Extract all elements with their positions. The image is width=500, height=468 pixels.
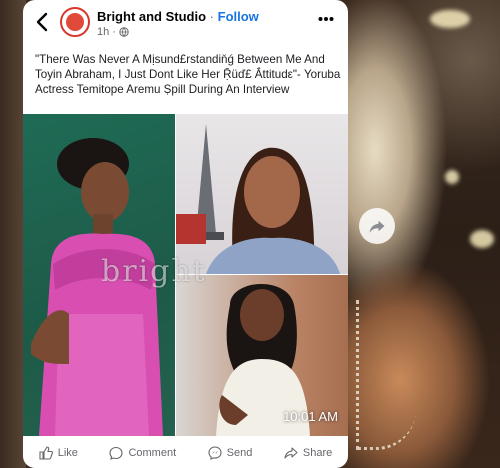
like-label: Like [57, 447, 78, 459]
like-icon [39, 446, 53, 460]
share-forward-button[interactable] [359, 208, 395, 244]
send-label: Send [226, 447, 253, 459]
post-meta: 1h · [97, 26, 129, 38]
separator: · [209, 9, 215, 24]
back-arrow-icon[interactable] [33, 10, 51, 34]
page-avatar[interactable] [60, 7, 90, 37]
share-icon [284, 447, 298, 459]
post-author-line: Bright and Studio · Follow [97, 9, 259, 24]
avatar-image [66, 13, 84, 31]
post-age[interactable]: 1h [97, 26, 109, 38]
post-actions-bar: Like Comment Send Share [23, 438, 348, 468]
forward-arrow-icon [369, 220, 385, 233]
post-card: Bright and Studio · Follow 1h · "There W… [23, 0, 348, 468]
photo-watermark: bright [101, 254, 207, 289]
comment-label: Comment [128, 447, 177, 459]
woman-eiffel-illustration [176, 124, 340, 274]
send-button[interactable]: Send [208, 446, 253, 460]
share-label: Share [302, 447, 333, 459]
send-icon [208, 446, 222, 460]
background-light [430, 10, 470, 28]
page-name[interactable]: Bright and Studio [97, 9, 206, 24]
meta-separator: · [112, 26, 116, 38]
background-light [445, 170, 459, 184]
photo-panel-top-right [176, 114, 348, 274]
globe-icon [119, 27, 129, 37]
background-necklace [356, 300, 416, 450]
like-button[interactable]: Like [39, 446, 78, 460]
more-options-icon[interactable] [318, 16, 334, 22]
photo-timestamp: 10:01 AM [283, 409, 338, 424]
follow-button[interactable]: Follow [218, 9, 259, 24]
post-caption: "There Was Never A Mịsund£rstandiňǵ Betw… [35, 53, 341, 96]
post-photo[interactable]: bright 10:01 AM [23, 114, 348, 436]
share-button[interactable]: Share [284, 446, 332, 460]
background-light [470, 230, 494, 248]
comment-icon [109, 446, 124, 460]
post-header: Bright and Studio · Follow 1h · [23, 0, 348, 42]
comment-button[interactable]: Comment [109, 446, 176, 460]
